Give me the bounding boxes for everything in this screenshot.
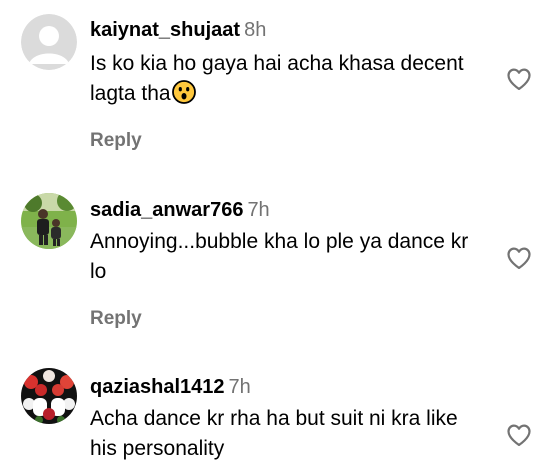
comment-username[interactable]: qaziashal1412 bbox=[90, 376, 225, 398]
comment-header: sadia_anwar766 7h bbox=[90, 197, 270, 223]
photo-avatar[interactable] bbox=[21, 368, 77, 424]
comment-text-content: Acha dance kr rha ha but suit ni kra lik… bbox=[90, 407, 458, 460]
comment-username[interactable]: sadia_anwar766 bbox=[90, 199, 243, 221]
comment-header: kaiynat_shujaat 8h bbox=[90, 17, 266, 43]
photo-avatar[interactable] bbox=[21, 193, 77, 249]
heart-outline-icon[interactable] bbox=[505, 65, 533, 93]
comment-text-content: Is ko kia ho gaya hai acha khasa decent … bbox=[90, 52, 464, 105]
heart-outline-icon[interactable] bbox=[505, 244, 533, 272]
comment-timestamp[interactable]: 7h bbox=[247, 199, 269, 221]
reply-button[interactable]: Reply bbox=[90, 129, 142, 153]
reply-button[interactable]: Reply bbox=[90, 307, 142, 331]
heart-outline-icon[interactable] bbox=[505, 421, 533, 449]
comment-timestamp[interactable]: 8h bbox=[244, 19, 266, 41]
default-avatar-icon[interactable] bbox=[21, 14, 77, 70]
astonished-face-emoji bbox=[171, 80, 196, 113]
comment-text: Is ko kia ho gaya hai acha khasa decent … bbox=[90, 49, 490, 113]
comment-timestamp[interactable]: 7h bbox=[229, 376, 251, 398]
comment-text: Annoying...bubble kha lo ple ya dance kr… bbox=[90, 227, 490, 287]
comment-text-content: Annoying...bubble kha lo ple ya dance kr… bbox=[90, 230, 469, 283]
comment-username[interactable]: kaiynat_shujaat bbox=[90, 19, 240, 41]
comment-text: Acha dance kr rha ha but suit ni kra lik… bbox=[90, 404, 490, 464]
comment-header: qaziashal1412 7h bbox=[90, 374, 251, 400]
